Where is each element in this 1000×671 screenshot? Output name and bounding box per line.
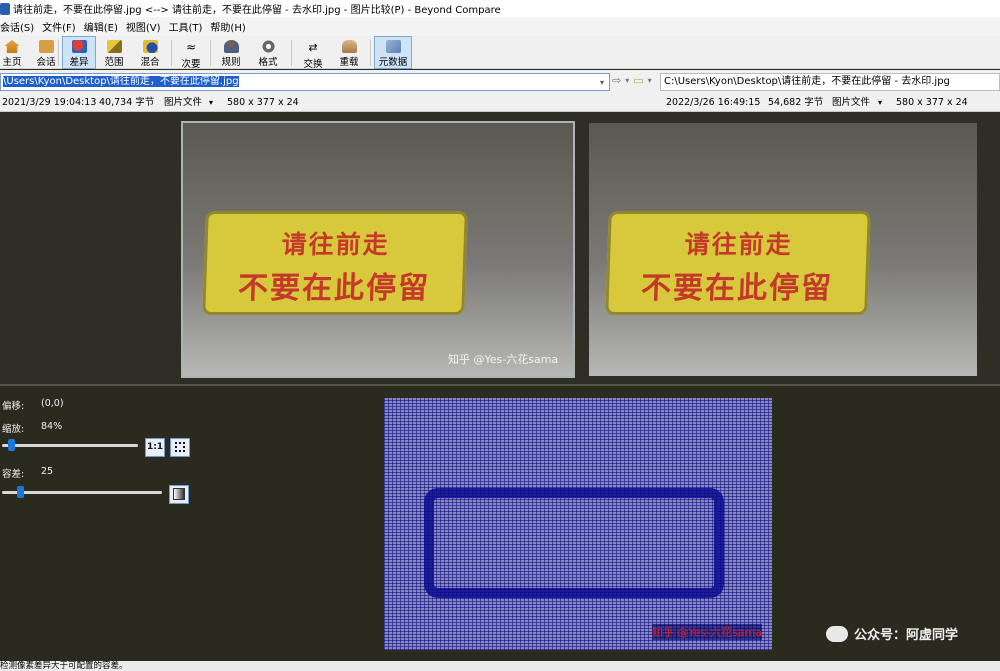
zoom-slider[interactable] [2,439,138,451]
home-button[interactable]: 主页 [0,36,24,69]
title-bar: 请往前走，不要在此停留.jpg <--> 请往前走，不要在此停留 - 去水印.j… [0,0,1000,17]
file-info-bar: 2021/3/29 19:04:13 40,734 字节 图片文件 ▾ 580 … [0,93,1000,112]
folder-icon[interactable]: ▭ [633,74,643,88]
menu-edit[interactable]: 编辑(E) [80,19,122,34]
path-bar: \Users\Kyon\Desktop\请往前走，不要在此停留.jpg ▾ ⇨ … [0,70,1000,93]
offset-label: 偏移: [2,401,25,412]
brand-watermark: 公众号：阿虚同学 [826,624,958,643]
toolbar-separator [58,40,59,66]
sign-mat: 请往前走 不要在此停留 [605,211,871,315]
toolbar-separator [210,40,211,66]
zoom-slider-thumb[interactable] [8,439,16,451]
chevron-down-icon[interactable]: ▾ [209,93,213,112]
swap-icon: ⇄ [308,41,318,54]
toolbar: 主页 会话 差异 范围 混合 ≈ 次要 规则 格式 ⇄ 交换 重载 元数据 [0,36,1000,70]
menu-file[interactable]: 文件(F) [38,19,80,34]
menu-tools[interactable]: 工具(T) [165,19,207,34]
reload-button[interactable]: 重载 [331,36,367,69]
tolerance-slider-thumb[interactable] [17,486,25,498]
right-file-date: 2022/3/26 16:49:15 [666,97,761,108]
menu-help[interactable]: 帮助(H) [206,19,249,34]
home-icon [4,40,20,53]
left-file-date: 2021/3/29 19:04:13 [2,97,97,108]
blend-button[interactable]: 混合 [132,36,168,69]
chevron-down-icon[interactable]: ▾ [596,75,608,89]
left-image[interactable]: 请往前走 不要在此停留 知乎 @Yes-六花sama [181,121,575,378]
range-button[interactable]: 范围 [96,36,132,69]
offset-value: (0,0) [41,398,64,409]
right-file-type[interactable]: 图片文件 [832,93,870,112]
metadata-button[interactable]: 元数据 [374,36,412,69]
right-image[interactable]: 请往前走 不要在此停留 [589,123,977,376]
chevron-down-icon[interactable]: ▾ [648,74,652,88]
tolerance-gradient-button[interactable] [169,485,189,504]
menu-bar: 会话(S) 文件(F) 编辑(E) 视图(V) 工具(T) 帮助(H) [0,17,1000,36]
toolbar-separator [291,40,292,66]
status-bar: 检测像素差异大于可配置的容差。 [0,661,1000,671]
minor-button[interactable]: ≈ 次要 [175,36,207,70]
approx-equal-icon: ≈ [185,40,197,54]
chevron-down-icon[interactable]: ▾ [625,74,629,88]
gear-icon [260,40,276,53]
right-file-dims: 580 x 377 x 24 [896,97,968,108]
zoom-label: 缩放: [2,424,25,435]
forward-icon[interactable]: ⇨ [612,74,621,88]
right-path-input[interactable]: C:\Users\Kyon\Desktop\请往前走，不要在此停留 - 去水印.… [660,73,1000,91]
fit-to-window-button[interactable] [170,438,190,457]
tolerance-value: 25 [41,466,54,477]
left-file-dims: 580 x 377 x 24 [227,97,299,108]
menu-view[interactable]: 视图(V) [122,19,165,34]
metadata-icon [385,40,401,53]
control-panel: 偏移: (0,0) 缩放: 84% 1:1 容差: 25 [0,386,380,661]
left-path-input[interactable]: \Users\Kyon\Desktop\请往前走，不要在此停留.jpg ▾ [0,73,610,91]
diff-watermark: 知乎 @Yes-六花sama [651,624,762,640]
menu-session[interactable]: 会话(S) [0,19,38,34]
sign-mat: 请往前走 不要在此停留 [202,211,468,315]
toolbar-separator [370,40,371,66]
left-file-size: 40,734 字节 [99,97,155,108]
zoom-1to1-button[interactable]: 1:1 [145,438,165,457]
range-icon [106,40,122,53]
gradient-icon [173,488,185,500]
left-watermark: 知乎 @Yes-六花sama [448,353,559,366]
difference-view[interactable]: 知乎 @Yes-六花sama [384,398,772,650]
toolbar-separator [171,40,172,66]
zoom-value: 84% [41,421,63,432]
status-text: 检测像素差异大于可配置的容差。 [0,661,128,671]
wechat-icon [826,625,848,642]
diff-button[interactable]: 差异 [62,36,96,69]
diff-icon [71,40,87,53]
swap-button[interactable]: ⇄ 交换 [295,36,331,70]
tolerance-slider[interactable] [2,486,162,498]
window-title: 请往前走，不要在此停留.jpg <--> 请往前走，不要在此停留 - 去水印.j… [13,5,501,16]
format-button[interactable]: 格式 [248,36,288,69]
tolerance-label: 容差: [2,469,25,480]
fit-icon [175,442,185,452]
right-file-size: 54,682 字节 [768,97,824,108]
rules-button[interactable]: 规则 [214,36,248,69]
left-file-type[interactable]: 图片文件 [164,93,202,112]
reload-icon [341,40,357,53]
person-icon [223,40,239,53]
image-compare-area: 请往前走 不要在此停留 知乎 @Yes-六花sama 请往前走 不要在此停留 [0,112,1000,384]
diff-sign-outline [424,488,724,598]
app-icon [0,2,10,15]
briefcase-icon [38,40,54,53]
chevron-down-icon[interactable]: ▾ [878,93,882,112]
path-icons: ⇨ ▾ ▭ ▾ [612,74,652,88]
blend-icon [142,40,158,53]
